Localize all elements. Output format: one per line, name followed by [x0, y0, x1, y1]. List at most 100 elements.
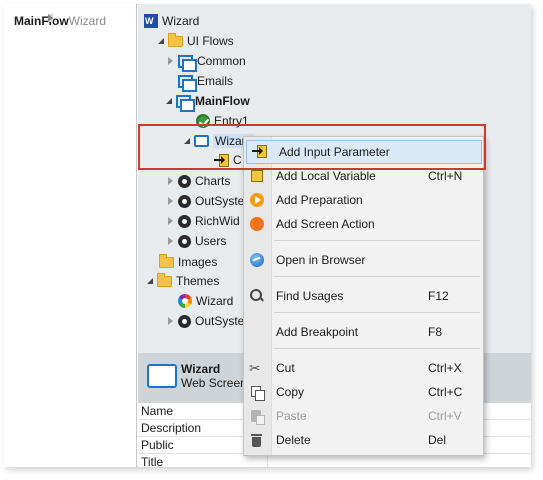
tree-item-outsystems-1[interactable]: OutSyste — [168, 191, 244, 211]
tree-item-themes[interactable]: Themes — [147, 271, 219, 291]
flow-icon — [176, 94, 195, 112]
tree-item-label: Emails — [197, 74, 234, 88]
module-reference-icon — [178, 314, 191, 328]
menu-item-add-screen-action[interactable]: Add Screen Action — [244, 212, 483, 236]
menu-item-add-input-parameter[interactable]: Add Input Parameter — [246, 140, 482, 164]
menu-separator — [274, 240, 480, 241]
menu-item-delete[interactable]: Delete Del — [244, 428, 483, 452]
module-reference-icon — [178, 234, 191, 248]
breadcrumb-separator-icon — [48, 14, 53, 22]
folder-icon — [159, 253, 174, 268]
tree-item-label: UI Flows — [187, 34, 234, 48]
properties-subtitle: Web Screen — [181, 376, 247, 390]
collapsed-arrow-icon[interactable] — [168, 217, 173, 225]
collapsed-arrow-icon[interactable] — [168, 177, 173, 185]
tree-item-common[interactable]: Common — [168, 51, 246, 72]
menu-item-label: Delete — [276, 433, 311, 447]
menu-item-copy[interactable]: Copy Ctrl+C — [244, 380, 483, 404]
collapsed-arrow-icon[interactable] — [168, 197, 173, 205]
menu-item-label: Add Breakpoint — [276, 325, 359, 339]
tree-item-label: Charts — [195, 174, 231, 188]
menu-item-shortcut: Ctrl+N — [428, 169, 463, 183]
web-screen-icon — [147, 364, 177, 388]
collapsed-arrow-icon[interactable] — [168, 317, 173, 325]
paste-icon — [249, 408, 265, 425]
tree-item-images[interactable]: Images — [159, 252, 217, 272]
menu-item-add-preparation[interactable]: Add Preparation — [244, 188, 483, 212]
menu-item-label: Paste — [276, 409, 307, 423]
context-menu: Add Input Parameter Add Local Variable C… — [243, 136, 484, 456]
tree-item-wizard-theme[interactable]: Wizard — [178, 291, 233, 311]
menu-item-label: Add Screen Action — [276, 217, 375, 231]
tree-item-entry[interactable]: Entry1 — [196, 111, 249, 131]
menu-item-shortcut: Ctrl+C — [428, 385, 463, 399]
menu-item-add-breakpoint[interactable]: Add Breakpoint F8 — [244, 320, 483, 344]
module-reference-icon — [178, 214, 191, 228]
web-screen-icon — [194, 135, 209, 147]
tree-item-outsystems-2[interactable]: OutSyste — [168, 311, 244, 331]
tree-item-label: Wizard — [196, 294, 234, 308]
tree-item-mainflow[interactable]: MainFlow — [166, 91, 250, 112]
scissors-icon: ✂ — [249, 360, 261, 376]
menu-item-shortcut: F8 — [428, 325, 443, 339]
breadcrumb-current[interactable]: Wizard — [69, 14, 106, 28]
module-reference-icon — [178, 194, 191, 208]
search-icon — [249, 288, 265, 304]
tree-item-ui-flows[interactable]: UI Flows — [158, 31, 234, 51]
input-parameter-icon — [252, 145, 268, 161]
tree-item-charts[interactable]: Charts — [168, 171, 230, 191]
tree-item-label: Themes — [176, 274, 220, 288]
properties-title: Wizard — [181, 362, 221, 376]
expanded-arrow-icon[interactable] — [166, 98, 172, 104]
menu-item-shortcut: Ctrl+X — [428, 361, 462, 375]
tree-item-label: Images — [178, 255, 218, 269]
module-reference-icon — [178, 174, 191, 188]
folder-icon — [157, 272, 172, 287]
menu-item-label: Add Local Variable — [276, 169, 376, 183]
tree-item-emails[interactable]: Emails — [168, 71, 234, 92]
tree-item-app[interactable]: Wizard — [144, 11, 199, 31]
tree-item-input-parameter[interactable]: C — [214, 150, 242, 170]
collapsed-arrow-icon[interactable] — [168, 57, 173, 65]
left-panel: MainFlow Wizard — [4, 4, 137, 467]
breadcrumb: MainFlow Wizard — [14, 14, 106, 28]
tree-item-label: Users — [195, 234, 227, 248]
tree-item-label: OutSyste — [195, 314, 245, 328]
local-variable-icon — [249, 168, 265, 184]
tree-item-label: C — [233, 153, 242, 167]
menu-item-shortcut: F12 — [428, 289, 449, 303]
entry-check-icon — [196, 114, 210, 128]
tree-item-users[interactable]: Users — [168, 231, 226, 251]
tree-item-label: Wizard — [162, 14, 200, 28]
tree-item-label: RichWid — [195, 214, 240, 228]
trash-icon — [249, 432, 265, 448]
collapsed-arrow-icon[interactable] — [168, 237, 173, 245]
screen-action-icon — [249, 216, 265, 232]
tree-item-label: Entry1 — [214, 114, 249, 128]
input-parameter-icon — [214, 153, 229, 167]
menu-item-find-usages[interactable]: Find Usages F12 — [244, 284, 483, 308]
menu-item-label: Add Preparation — [276, 193, 363, 207]
tree-item-label: Common — [197, 54, 246, 68]
menu-item-cut[interactable]: ✂ Cut Ctrl+X — [244, 356, 483, 380]
flow-icon — [178, 54, 197, 72]
breadcrumb-root[interactable]: MainFlow — [14, 14, 69, 28]
expanded-arrow-icon[interactable] — [147, 278, 153, 284]
menu-item-label: Open in Browser — [276, 253, 366, 267]
menu-separator — [274, 276, 480, 277]
tree-item-label: MainFlow — [195, 94, 250, 108]
menu-separator — [274, 312, 480, 313]
menu-item-open-in-browser[interactable]: Open in Browser — [244, 248, 483, 272]
menu-item-label: Copy — [276, 385, 305, 399]
menu-separator — [274, 348, 480, 349]
flow-icon — [178, 74, 197, 92]
menu-item-label: Cut — [276, 361, 295, 375]
menu-item-label: Find Usages — [276, 289, 344, 303]
menu-item-paste[interactable]: Paste Ctrl+V — [244, 404, 483, 428]
application-icon — [144, 14, 158, 28]
tree-item-label: OutSyste — [195, 194, 245, 208]
menu-item-add-local-variable[interactable]: Add Local Variable Ctrl+N — [244, 164, 483, 188]
tree-item-richwidgets[interactable]: RichWid — [168, 211, 240, 231]
expanded-arrow-icon[interactable] — [184, 138, 190, 144]
expanded-arrow-icon[interactable] — [158, 38, 164, 44]
